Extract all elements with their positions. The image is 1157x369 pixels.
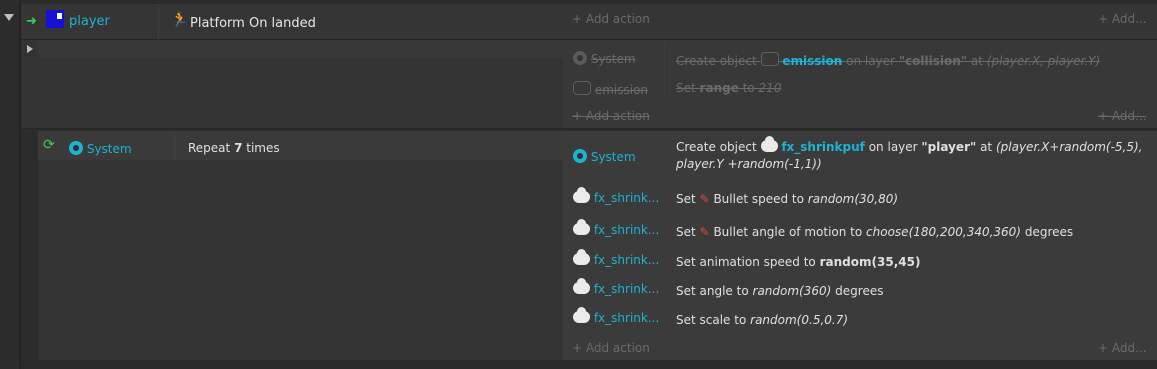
fx-shrinkpuf-icon bbox=[573, 187, 590, 203]
add-action-button[interactable]: + Add action bbox=[572, 341, 650, 355]
add-more-button[interactable]: + Add... bbox=[1098, 109, 1147, 123]
action-object-fx-shrink[interactable]: fx_shrink... bbox=[573, 249, 659, 267]
action-set-range-disabled[interactable]: Set range to 210 bbox=[676, 81, 781, 95]
platform-behavior-icon: 🏃 bbox=[171, 12, 189, 28]
action-set-angle[interactable]: Set angle to random(360) degrees bbox=[676, 284, 883, 298]
event-row[interactable]: ➜ player 🏃 Platform On landed + Add acti… bbox=[21, 4, 1157, 40]
action-object-fx-shrink[interactable]: fx_shrink... bbox=[573, 219, 659, 237]
add-more-button[interactable]: + Add... bbox=[1098, 12, 1147, 26]
bullet-behavior-icon: ✎ bbox=[699, 225, 710, 239]
emitter-icon bbox=[760, 52, 779, 66]
action-create-fx[interactable]: Create object fx_shrinkpuf on layer "pla… bbox=[676, 136, 1146, 173]
condition-text[interactable]: Platform On landed bbox=[190, 16, 316, 31]
action-object-system[interactable]: System bbox=[573, 149, 636, 164]
action-set-bullet-angle[interactable]: Set ✎ Bullet angle of motion to choose(1… bbox=[676, 225, 1073, 239]
add-more-button[interactable]: + Add... bbox=[1098, 341, 1147, 355]
gear-icon bbox=[573, 51, 587, 65]
action-create-object-disabled[interactable]: Create object emission on layer "collisi… bbox=[676, 52, 1100, 68]
sub-event-repeat[interactable]: ⟳ System Repeat 7 times System Create ob… bbox=[38, 131, 1157, 360]
action-set-scale[interactable]: Set scale to random(0.5,0.7) bbox=[676, 313, 848, 327]
add-action-button[interactable]: + Add action bbox=[572, 12, 650, 26]
action-object-fx-shrink[interactable]: fx_shrink... bbox=[573, 187, 659, 205]
trigger-arrow-icon: ➜ bbox=[26, 14, 37, 29]
sub-event-disabled[interactable]: System Create object emission on layer "… bbox=[21, 40, 1157, 129]
fx-shrinkpuf-icon bbox=[573, 278, 590, 294]
bullet-behavior-icon: ✎ bbox=[699, 192, 710, 206]
fx-shrinkpuf-icon bbox=[760, 136, 778, 152]
loop-icon: ⟳ bbox=[43, 137, 55, 153]
fx-shrinkpuf-icon bbox=[573, 307, 590, 323]
condition-object-name[interactable]: player bbox=[69, 14, 110, 29]
action-object-fx-shrink[interactable]: fx_shrink... bbox=[573, 278, 659, 296]
action-object-system-disabled[interactable]: System bbox=[573, 51, 636, 66]
gear-icon bbox=[69, 141, 83, 155]
collapse-toggle-icon[interactable] bbox=[4, 14, 14, 21]
action-set-bullet-speed[interactable]: Set ✎ Bullet speed to random(30,80) bbox=[676, 192, 898, 206]
expand-toggle-icon[interactable] bbox=[27, 45, 33, 53]
emitter-icon bbox=[573, 81, 591, 95]
condition-repeat[interactable]: Repeat 7 times bbox=[188, 141, 280, 155]
gear-icon bbox=[573, 149, 587, 163]
player-sprite-icon bbox=[46, 10, 64, 28]
fx-shrinkpuf-icon bbox=[573, 249, 590, 265]
action-object-fx-shrink[interactable]: fx_shrink... bbox=[573, 307, 659, 325]
fx-shrinkpuf-icon bbox=[573, 219, 590, 235]
add-action-button[interactable]: + Add action bbox=[572, 109, 650, 123]
condition-object-system[interactable]: System bbox=[69, 141, 132, 156]
action-set-animation-speed[interactable]: Set animation speed to random(35,45) bbox=[676, 255, 920, 269]
action-object-emission-disabled[interactable]: emission bbox=[573, 81, 648, 97]
